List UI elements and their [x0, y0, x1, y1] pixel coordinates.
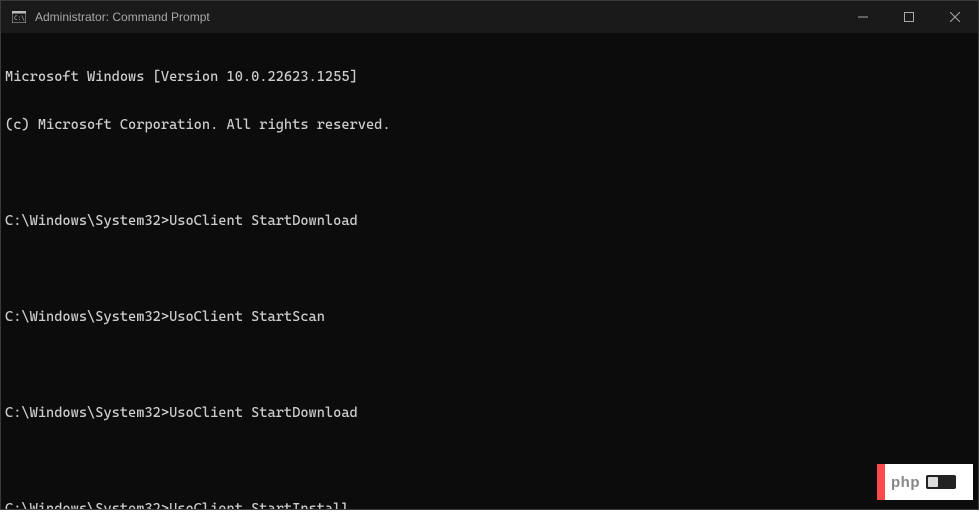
- window-title: Administrator: Command Prompt: [35, 10, 840, 24]
- terminal-line: [5, 453, 974, 469]
- terminal-output[interactable]: Microsoft Windows [Version 10.0.22623.12…: [1, 33, 978, 509]
- watermark-pill-icon: [926, 475, 956, 489]
- close-button[interactable]: [932, 1, 978, 33]
- window-controls: [840, 1, 978, 33]
- terminal-line: C:\Windows\System32>UsoClient StartInsta…: [5, 501, 974, 509]
- terminal-line: C:\Windows\System32>UsoClient StartScan: [5, 309, 974, 325]
- minimize-button[interactable]: [840, 1, 886, 33]
- titlebar[interactable]: C:\ Administrator: Command Prompt: [1, 1, 978, 33]
- terminal-line: [5, 261, 974, 277]
- command-prompt-window: C:\ Administrator: Command Prompt Micros…: [0, 0, 979, 510]
- terminal-line: Microsoft Windows [Version 10.0.22623.12…: [5, 69, 974, 85]
- watermark-badge: php: [877, 464, 973, 500]
- maximize-button[interactable]: [886, 1, 932, 33]
- terminal-line: [5, 357, 974, 373]
- command-prompt-icon: C:\: [11, 9, 27, 25]
- svg-text:C:\: C:\: [14, 15, 25, 22]
- terminal-line: [5, 165, 974, 181]
- terminal-line: C:\Windows\System32>UsoClient StartDownl…: [5, 405, 974, 421]
- watermark-text: php: [891, 474, 920, 491]
- terminal-line: C:\Windows\System32>UsoClient StartDownl…: [5, 213, 974, 229]
- terminal-line: (c) Microsoft Corporation. All rights re…: [5, 117, 974, 133]
